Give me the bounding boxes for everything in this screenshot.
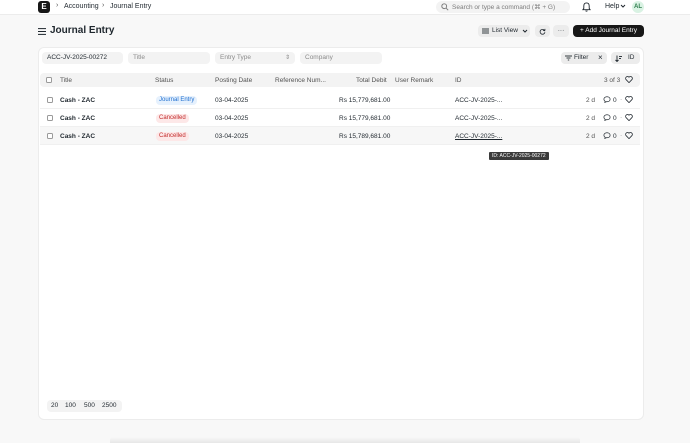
row-checkbox[interactable]	[47, 115, 53, 121]
filter-icon	[565, 55, 572, 61]
row-checkbox[interactable]	[47, 133, 53, 139]
column-header-title[interactable]: Title	[60, 77, 72, 84]
row-age: 2 d	[586, 115, 596, 122]
search-icon	[441, 3, 449, 11]
row-age: 2 d	[586, 97, 596, 104]
row-title[interactable]: Cash - ZAC	[60, 133, 95, 140]
top-navbar: E › Accounting › Journal Entry Search or…	[0, 0, 690, 15]
clear-filter-icon[interactable]: ×	[598, 52, 603, 64]
page-size-100[interactable]: 100	[65, 402, 76, 409]
column-header-total-debit[interactable]: Total Debit	[356, 77, 387, 84]
heart-icon[interactable]	[625, 76, 633, 83]
list-view-label: List View	[492, 27, 518, 34]
column-header-status[interactable]: Status	[155, 77, 173, 84]
table-row[interactable]: Cash - ZAC Journal Entry 03-04-2025 Rs 1…	[40, 91, 640, 109]
sort-label: ID	[628, 54, 635, 61]
comment-icon[interactable]	[603, 132, 611, 139]
bell-icon[interactable]	[582, 2, 591, 12]
column-header-id[interactable]: ID	[455, 77, 462, 84]
avatar[interactable]: AL	[632, 1, 644, 13]
comment-icon[interactable]	[603, 96, 611, 103]
page-size-2500[interactable]: 2500	[102, 402, 116, 409]
dot-separator: ·	[620, 114, 623, 121]
table-row[interactable]: Cash - ZAC Cancelled 03-04-2025 Rs 15,77…	[40, 109, 640, 127]
row-id[interactable]: ACC-JV-2025-...	[455, 115, 502, 122]
breadcrumb-journal-entry[interactable]: Journal Entry	[110, 3, 151, 10]
refresh-button[interactable]	[535, 25, 550, 37]
select-arrows-icon: ⇕	[285, 55, 291, 61]
app-logo[interactable]: E	[38, 1, 50, 13]
id-filter-input[interactable]: ACC-JV-2025-00272	[42, 52, 123, 64]
page-size-selector: 20 100 500 2500	[47, 400, 122, 412]
search-placeholder: Search or type a command (⌘ + G)	[452, 4, 556, 11]
heart-icon[interactable]	[625, 114, 633, 121]
column-header-user-remark[interactable]: User Remark	[395, 77, 433, 84]
row-posting-date: 03-04-2025	[215, 133, 249, 140]
table-row[interactable]: Cash - ZAC Cancelled 03-04-2025 Rs 15,78…	[40, 127, 640, 145]
chevron-right-icon: ›	[56, 2, 59, 9]
chevron-down-icon	[522, 28, 528, 34]
heart-icon[interactable]	[625, 132, 633, 139]
record-count: 3 of 3	[604, 77, 621, 84]
row-total-debit: Rs 15,789,681.00	[339, 133, 391, 140]
row-id[interactable]: ACC-JV-2025-...	[455, 97, 502, 104]
filter-button[interactable]: Filter ×	[561, 52, 607, 64]
dot-separator: ·	[620, 132, 623, 139]
row-title[interactable]: Cash - ZAC	[60, 97, 95, 104]
status-badge: Cancelled	[156, 132, 189, 141]
comment-count: 0	[613, 133, 617, 140]
chevron-right-icon: ›	[102, 2, 105, 9]
comment-icon[interactable]	[603, 114, 611, 121]
company-filter-input[interactable]: Company	[300, 52, 382, 64]
status-badge: Cancelled	[156, 114, 189, 123]
id-tooltip: ID: ACC-JV-2025-00272	[489, 152, 549, 160]
dot-separator: ·	[620, 96, 623, 103]
select-all-checkbox[interactable]	[46, 77, 52, 83]
entry-type-filter-select[interactable]: Entry Type ⇕	[215, 52, 295, 64]
list-view-button[interactable]: List View	[478, 25, 530, 37]
page-title: Journal Entry	[50, 25, 115, 36]
chevron-down-icon[interactable]	[620, 3, 626, 9]
status-badge: Journal Entry	[156, 96, 198, 105]
more-actions-button[interactable]: ···	[553, 25, 569, 37]
row-total-debit: Rs 15,779,681.00	[339, 97, 391, 104]
table-header: Title Status Posting Date Reference Num.…	[40, 73, 640, 87]
filter-label: Filter	[574, 54, 589, 61]
list-icon	[482, 28, 489, 34]
row-posting-date: 03-04-2025	[215, 115, 249, 122]
sort-icon	[615, 55, 622, 62]
comment-count: 0	[613, 115, 617, 122]
add-journal-entry-button[interactable]: + Add Journal Entry	[573, 25, 644, 37]
title-filter-input[interactable]: Title	[128, 52, 210, 64]
row-posting-date: 03-04-2025	[215, 97, 249, 104]
comment-count: 0	[613, 97, 617, 104]
sidebar-toggle-icon[interactable]	[38, 28, 46, 35]
row-checkbox[interactable]	[47, 97, 53, 103]
sort-button[interactable]: ID	[611, 52, 640, 64]
heart-icon[interactable]	[625, 96, 633, 103]
column-header-posting-date[interactable]: Posting Date	[215, 77, 252, 84]
breadcrumb-accounting[interactable]: Accounting	[64, 3, 99, 10]
page-size-500[interactable]: 500	[84, 402, 95, 409]
page-size-20[interactable]: 20	[51, 402, 58, 409]
entry-type-placeholder: Entry Type	[220, 54, 251, 61]
window-edge	[110, 437, 580, 443]
row-age: 2 d	[586, 133, 596, 140]
refresh-icon	[539, 28, 546, 35]
help-menu[interactable]: Help	[605, 3, 619, 10]
column-header-reference[interactable]: Reference Num...	[275, 77, 326, 84]
row-id[interactable]: ACC-JV-2025-...	[455, 133, 502, 140]
search-bar[interactable]: Search or type a command (⌘ + G)	[436, 1, 570, 13]
row-total-debit: Rs 15,779,681.00	[339, 115, 391, 122]
row-title[interactable]: Cash - ZAC	[60, 115, 95, 122]
